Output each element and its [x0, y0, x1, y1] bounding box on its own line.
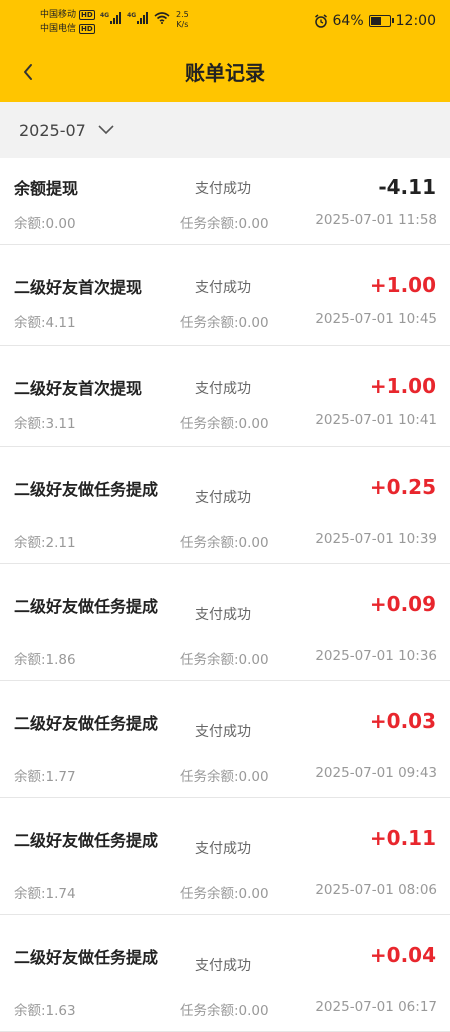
record-status: 支付成功: [195, 381, 251, 397]
record-balance: 余额:4.11: [14, 315, 76, 331]
record-task-balance: 任务余额:0.00: [180, 652, 269, 668]
record-task-balance: 任务余额:0.00: [180, 769, 269, 785]
wifi-icon: [154, 12, 170, 24]
record-time: 2025-07-01 11:58: [315, 212, 437, 228]
record-task-balance: 任务余额:0.00: [180, 315, 269, 331]
list-item[interactable]: 二级好友首次提现 支付成功 +1.00 余额:3.11 任务余额:0.00 2025-07…: [0, 346, 450, 447]
record-amount: +1.00: [369, 273, 436, 297]
signal-2-icon: [137, 12, 149, 24]
carrier-1: 中国移动: [40, 10, 77, 20]
record-name: 二级好友做任务提成: [14, 597, 159, 616]
list-item[interactable]: 二级好友做任务提成支付成功 +0.04 余额:1.63 任务余额:0.00 2025-0…: [0, 915, 450, 1032]
record-task-balance: 任务余额:0.00: [180, 216, 269, 232]
carrier-2: 中国电信: [40, 24, 77, 34]
nav-bar: 账单记录: [0, 44, 450, 102]
record-time: 2025-07-01 06:17: [315, 999, 437, 1015]
list-item[interactable]: 二级好友做任务提成支付成功 +0.25 余额:2.11 任务余额:0.00 2025-0…: [0, 447, 450, 564]
carrier-info: 中国移动 HD 中国电信 HD: [40, 8, 95, 36]
record-balance: 余额:1.86: [14, 652, 76, 668]
record-amount: -4.11: [378, 175, 436, 199]
record-list: 余额提现 支付成功 -4.11 余额:0.00 任务余额:0.00 2025-07-01 …: [0, 158, 450, 1032]
record-time: 2025-07-01 10:39: [315, 531, 437, 547]
hd-badge-2: HD: [79, 24, 95, 34]
list-item[interactable]: 二级好友做任务提成支付成功 +0.11 余额:1.74 任务余额:0.00 2025-0…: [0, 798, 450, 915]
status-right: 64% 12:00: [314, 13, 436, 29]
record-name: 二级好友首次提现: [14, 278, 143, 297]
record-status: 支付成功: [195, 607, 251, 623]
record-balance: 余额:2.11: [14, 535, 76, 551]
record-amount: +1.00: [369, 374, 436, 398]
record-balance: 余额:3.11: [14, 416, 76, 432]
record-status: 支付成功: [195, 841, 251, 857]
list-item[interactable]: 二级好友做任务提成支付成功 +0.09 余额:1.86 任务余额:0.00 2025-0…: [0, 564, 450, 681]
record-amount: +0.25: [369, 475, 436, 499]
record-name: 余额提现: [14, 179, 79, 198]
record-time: 2025-07-01 08:06: [315, 882, 437, 898]
record-task-balance: 任务余额:0.00: [180, 416, 269, 432]
chevron-down-icon: [98, 125, 114, 135]
record-name: 二级好友做任务提成: [14, 948, 159, 967]
record-status: 支付成功: [195, 490, 251, 506]
record-status: 支付成功: [195, 181, 251, 197]
record-status: 支付成功: [195, 280, 251, 296]
record-time: 2025-07-01 10:36: [315, 648, 437, 664]
speed-unit: K/s: [176, 20, 189, 29]
record-time: 2025-07-01 10:41: [315, 412, 437, 428]
record-amount: +0.09: [369, 592, 436, 616]
network-speed: 2.5 K/s: [176, 10, 189, 30]
list-item[interactable]: 二级好友首次提现 支付成功 +1.00 余额:4.11 任务余额:0.00 2025-07…: [0, 245, 450, 346]
record-task-balance: 任务余额:0.00: [180, 1003, 269, 1019]
clock: 12:00: [395, 13, 436, 29]
page-title: 账单记录: [185, 61, 265, 85]
signal-1-icon: [110, 12, 122, 24]
record-time: 2025-07-01 10:45: [315, 311, 437, 327]
signal-icons: 4G 4G: [100, 12, 170, 24]
status-bar: 中国移动 HD 中国电信 HD 4G 4G 2.5 K/s 64% 12:00: [0, 0, 450, 44]
battery-icon: [368, 15, 394, 27]
record-status: 支付成功: [195, 958, 251, 974]
record-amount: +0.04: [369, 943, 436, 967]
record-balance: 余额:0.00: [14, 216, 76, 232]
record-name: 二级好友首次提现: [14, 379, 143, 398]
record-name: 二级好友做任务提成: [14, 480, 159, 499]
network-type-2: 4G: [127, 12, 137, 19]
list-item[interactable]: 余额提现 支付成功 -4.11 余额:0.00 任务余额:0.00 2025-07-01 …: [0, 158, 450, 245]
record-status: 支付成功: [195, 724, 251, 740]
network-type-1: 4G: [100, 12, 110, 19]
alarm-icon: [314, 14, 327, 28]
record-amount: +0.03: [369, 709, 436, 733]
record-name: 二级好友做任务提成: [14, 831, 159, 850]
record-task-balance: 任务余额:0.00: [180, 886, 269, 902]
hd-badge-1: HD: [79, 10, 95, 20]
record-task-balance: 任务余额:0.00: [180, 535, 269, 551]
speed-value: 2.5: [176, 10, 189, 19]
month-label: 2025-07: [19, 120, 86, 140]
record-balance: 余额:1.74: [14, 886, 76, 902]
record-name: 二级好友做任务提成: [14, 714, 159, 733]
record-balance: 余额:1.63: [14, 1003, 76, 1019]
list-item[interactable]: 二级好友做任务提成支付成功 +0.03 余额:1.77 任务余额:0.00 2025-0…: [0, 681, 450, 798]
month-selector[interactable]: 2025-07: [0, 102, 450, 158]
record-time: 2025-07-01 09:43: [315, 765, 437, 781]
record-amount: +0.11: [369, 826, 436, 850]
record-balance: 余额:1.77: [14, 769, 76, 785]
battery-percent: 64%: [332, 13, 364, 29]
